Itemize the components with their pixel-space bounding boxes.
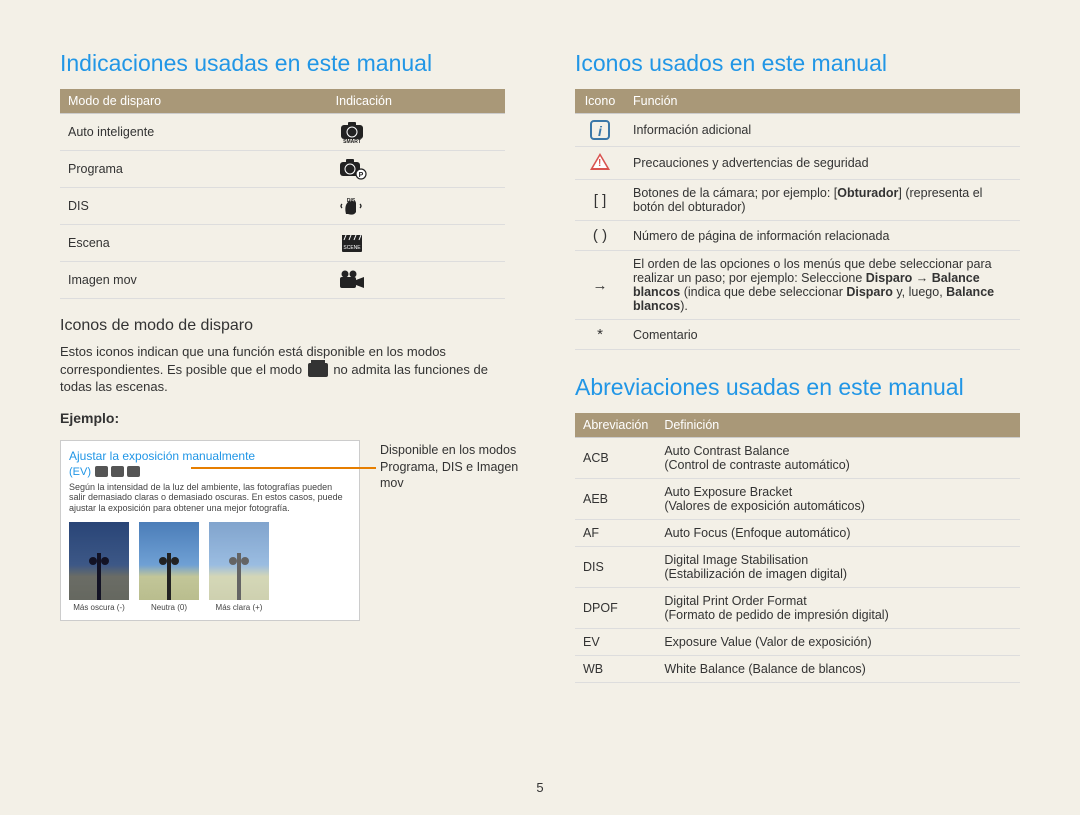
table-row: AEBAuto Exposure Bracket(Valores de expo… (575, 479, 1020, 520)
abbr-label: AEB (575, 479, 656, 520)
parentheses-icon: ( ) (589, 227, 611, 244)
camera-p-icon (95, 466, 108, 477)
abbr-def: Auto Exposure Bracket(Valores de exposic… (656, 479, 1020, 520)
hand-dis-icon: DIS (336, 194, 368, 218)
table-row: → El orden de las opciones o los menús q… (575, 251, 1020, 320)
svg-text:DIS: DIS (346, 198, 355, 204)
video-camera-icon (336, 268, 368, 292)
table-row: EVExposure Value (Valor de exposición) (575, 629, 1020, 656)
subheading-mode-icons: Iconos de modo de disparo (60, 317, 505, 335)
abbr-label: WB (575, 656, 656, 683)
icons-col-function: Función (625, 89, 1020, 114)
abbr-col-def: Definición (656, 413, 1020, 438)
mode-label: DIS (60, 188, 328, 225)
mode-label: Imagen mov (60, 262, 328, 299)
abbr-label: EV (575, 629, 656, 656)
icons-col-icon: Icono (575, 89, 625, 114)
thumb-caption: Neutra (0) (139, 603, 199, 612)
abbr-label: DIS (575, 547, 656, 588)
modes-col-indication: Indicación (328, 89, 505, 114)
mode-icon-cell: DIS (328, 188, 505, 225)
mode-icon-cell: SCENE (328, 225, 505, 262)
callout-connector (191, 467, 376, 469)
modes-table: Modo de disparo Indicación Auto intelige… (60, 89, 505, 299)
left-column: Indicaciones usadas en este manual Modo … (60, 50, 505, 683)
icon-desc: Información adicional (625, 114, 1020, 147)
info-note-icon: i (590, 120, 610, 140)
icon-desc: Botones de la cámara; por ejemplo: [Obtu… (625, 180, 1020, 221)
section-heading-abbr: Abreviaciones usadas en este manual (575, 374, 1020, 401)
asterisk-icon: * (589, 326, 611, 343)
icons-table: Icono Función i Información adicional ! … (575, 89, 1020, 350)
abbr-def: Auto Contrast Balance(Control de contras… (656, 438, 1020, 479)
table-row: [ ] Botones de la cámara; por ejemplo: [… (575, 180, 1020, 221)
section-heading-icons: Iconos usados en este manual (575, 50, 1020, 77)
svg-text:SMART: SMART (343, 139, 361, 144)
brackets-icon: [ ] (589, 192, 611, 209)
table-row: i Información adicional (575, 114, 1020, 147)
example-box: Ajustar la exposición manualmente (EV) S… (60, 440, 360, 621)
mode-label: Auto inteligente (60, 114, 328, 151)
scene-clapper-icon (308, 363, 328, 377)
abbr-def: White Balance (Balance de blancos) (656, 656, 1020, 683)
example-description: Según la intensidad de la luz del ambien… (69, 482, 351, 514)
icon-desc: El orden de las opciones o los menús que… (625, 251, 1020, 320)
example-thumb: Neutra (0) (139, 522, 199, 612)
warning-icon: ! (590, 153, 610, 170)
section-heading-indications: Indicaciones usadas en este manual (60, 50, 505, 77)
abbr-def: Exposure Value (Valor de exposición) (656, 629, 1020, 656)
example-title: Ajustar la exposición manualmente (69, 449, 351, 463)
mode-icons-paragraph: Estos iconos indican que una función est… (60, 343, 505, 396)
abbr-label: DPOF (575, 588, 656, 629)
table-row: DPOFDigital Print Order Format(Formato d… (575, 588, 1020, 629)
svg-text:P: P (358, 172, 363, 179)
camera-p-icon: P (336, 157, 368, 181)
mode-icon-cell: P (328, 151, 505, 188)
smart-camera-icon: SMART (336, 120, 368, 144)
table-row: DISDigital Image Stabilisation(Estabiliz… (575, 547, 1020, 588)
table-row: Escena SCENE (60, 225, 505, 262)
modes-col-label: Modo de disparo (60, 89, 328, 114)
arrow-icon: → (589, 277, 611, 294)
svg-text:SCENE: SCENE (343, 245, 361, 251)
mode-icon-cell (328, 262, 505, 299)
ev-label: (EV) (69, 466, 91, 478)
thumb-caption: Más oscura (-) (69, 603, 129, 612)
scene-clapper-icon: SCENE (336, 231, 368, 255)
video-camera-icon (127, 466, 140, 477)
callout-text: Disponible en los modos Programa, DIS e … (380, 442, 540, 493)
mode-label: Escena (60, 225, 328, 262)
table-row: DIS DIS (60, 188, 505, 225)
abbr-col-abbr: Abreviación (575, 413, 656, 438)
icon-desc: Número de página de información relacion… (625, 221, 1020, 251)
abbr-def: Digital Image Stabilisation(Estabilizaci… (656, 547, 1020, 588)
table-row: ! Precauciones y advertencias de segurid… (575, 147, 1020, 180)
thumb-caption: Más clara (+) (209, 603, 269, 612)
icon-desc: Precauciones y advertencias de seguridad (625, 147, 1020, 180)
table-row: WBWhite Balance (Balance de blancos) (575, 656, 1020, 683)
table-row: Imagen mov (60, 262, 505, 299)
example-thumb: Más clara (+) (209, 522, 269, 612)
table-row: ACBAuto Contrast Balance(Control de cont… (575, 438, 1020, 479)
mode-icon-cell: SMART (328, 114, 505, 151)
abbr-def: Auto Focus (Enfoque automático) (656, 520, 1020, 547)
mode-label: Programa (60, 151, 328, 188)
right-column: Iconos usados en este manual Icono Funci… (575, 50, 1020, 683)
abbr-table: Abreviación Definición ACBAuto Contrast … (575, 413, 1020, 683)
abbr-def: Digital Print Order Format(Formato de pe… (656, 588, 1020, 629)
mode-icons-row (95, 466, 140, 477)
abbr-label: AF (575, 520, 656, 547)
example-label: Ejemplo: (60, 410, 505, 426)
page-number: 5 (0, 780, 1080, 795)
table-row: Programa P (60, 151, 505, 188)
icon-desc: Comentario (625, 320, 1020, 350)
table-row: * Comentario (575, 320, 1020, 350)
abbr-label: ACB (575, 438, 656, 479)
hand-dis-icon (111, 466, 124, 477)
table-row: AFAuto Focus (Enfoque automático) (575, 520, 1020, 547)
example-thumb: Más oscura (-) (69, 522, 129, 612)
table-row: Auto inteligente SMART (60, 114, 505, 151)
table-row: ( ) Número de página de información rela… (575, 221, 1020, 251)
